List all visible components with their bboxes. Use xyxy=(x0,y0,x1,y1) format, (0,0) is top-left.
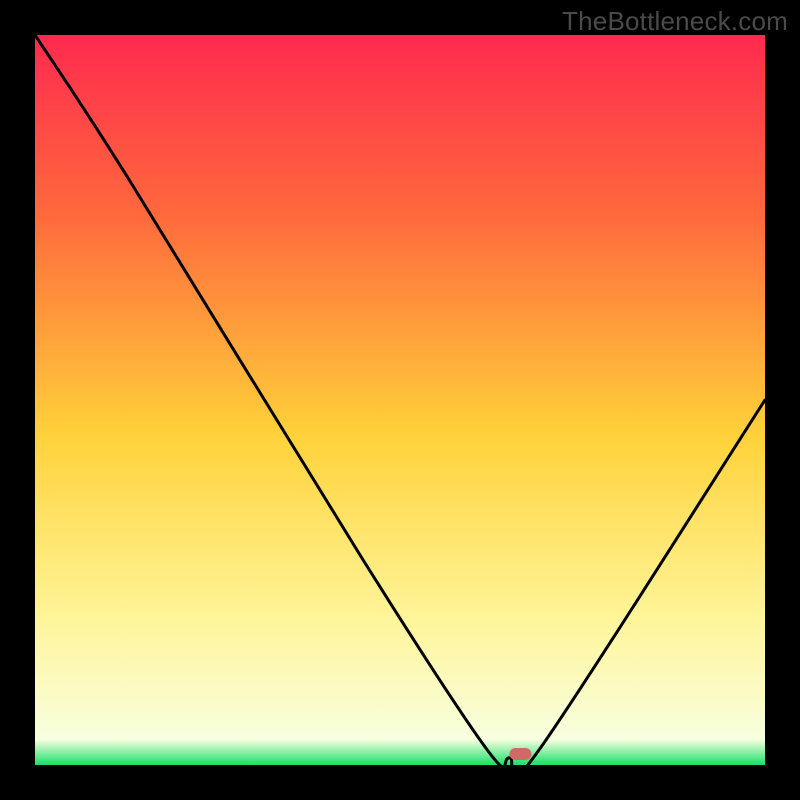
chart-svg xyxy=(35,35,765,765)
chart-plot-area xyxy=(35,35,765,765)
watermark-text: TheBottleneck.com xyxy=(562,6,788,37)
chart-frame: TheBottleneck.com xyxy=(0,0,800,800)
optimal-marker xyxy=(509,748,531,760)
chart-background-gradient xyxy=(35,35,765,765)
